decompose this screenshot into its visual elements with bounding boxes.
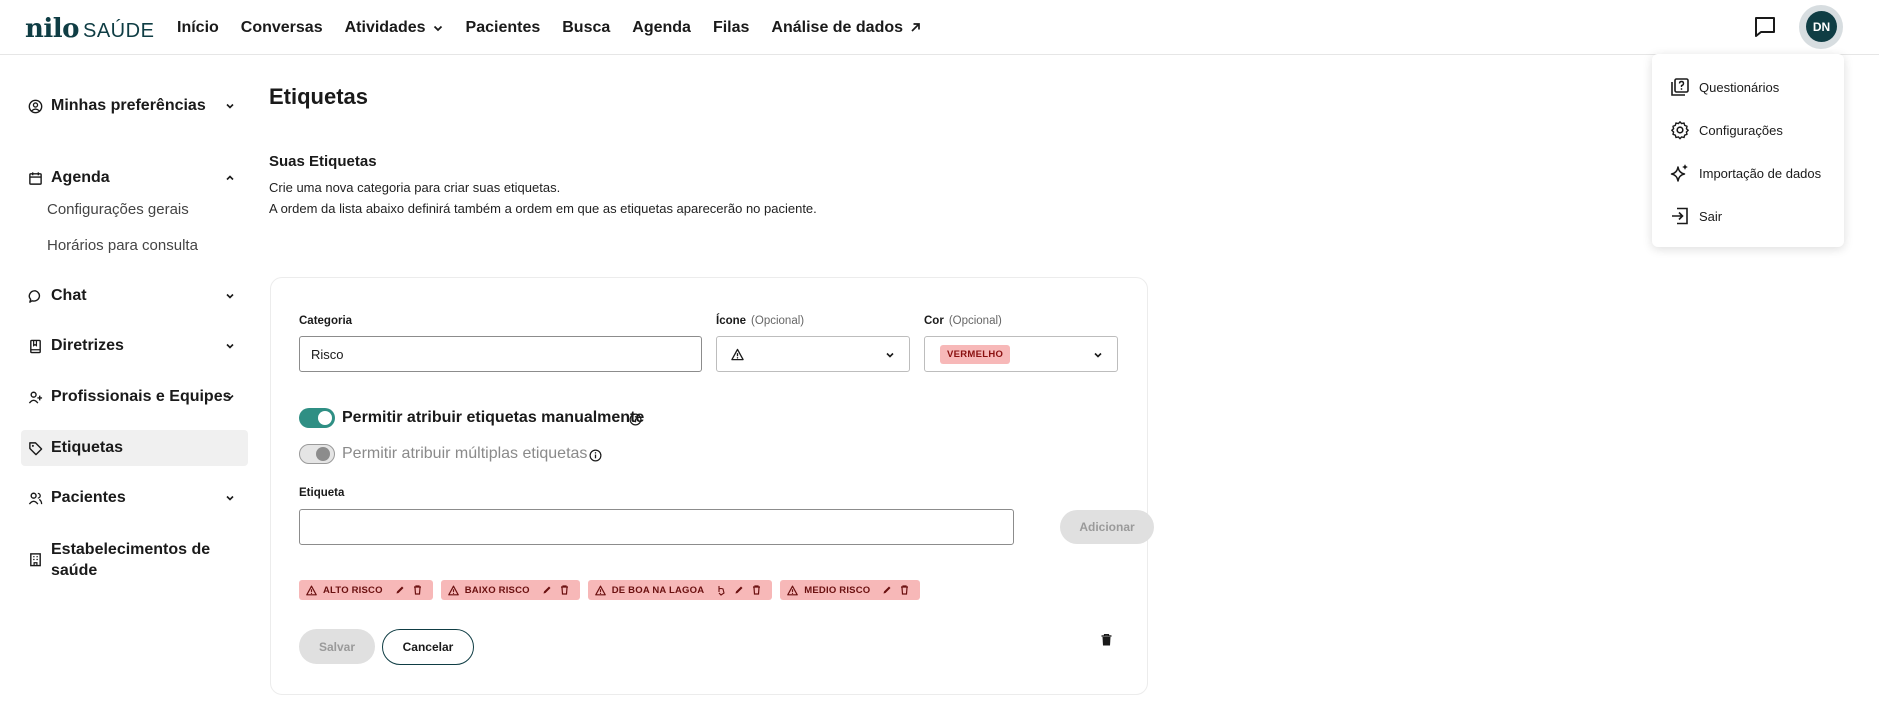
description-line-2: A ordem da lista abaixo definirá também … (269, 201, 817, 216)
brand-logo[interactable]: nilo SAÚDE (25, 14, 154, 44)
tag-chip: BAIXO RISCO (440, 580, 580, 600)
menu-item-sair[interactable]: Sair (1670, 206, 1722, 226)
chevron-down-icon (1094, 352, 1102, 358)
drag-handle-icon[interactable] (716, 585, 726, 596)
book-icon (30, 339, 41, 353)
sidebar-subitem-configuracoes-gerais[interactable]: Configurações gerais (47, 201, 189, 218)
pencil-icon[interactable] (395, 585, 405, 595)
info-icon[interactable] (589, 449, 602, 462)
chevron-down-icon (226, 103, 234, 109)
chevron-down-icon (226, 293, 234, 299)
top-navbar: nilo SAÚDE Início Conversas Atividades P… (0, 0, 1879, 55)
warning-triangle-icon (594, 585, 606, 595)
sidebar-item-estabelecimentos[interactable]: Estabelecimentos de saúde (21, 538, 248, 582)
sidebar-item-minhas-preferencias[interactable]: Minhas preferências (21, 91, 248, 121)
nav-busca[interactable]: Busca (562, 19, 610, 37)
main-nav: Início Conversas Atividades Pacientes Bu… (177, 0, 944, 55)
chat-bubble-icon[interactable] (1752, 14, 1778, 40)
sidebar-item-profissionais-equipes[interactable]: Profissionais e Equipes (21, 382, 248, 412)
toggle-knob (318, 411, 332, 425)
categoria-input[interactable]: Risco (299, 336, 702, 372)
sidebar-item-agenda[interactable]: Agenda (21, 163, 248, 193)
logout-icon (1672, 207, 1688, 225)
chevron-up-icon (226, 175, 234, 181)
tag-chip: DE BOA NA LAGOA (587, 580, 773, 600)
pencil-icon[interactable] (882, 585, 892, 595)
trash-icon[interactable] (752, 585, 761, 595)
icone-label: Ícone (Opcional) (716, 315, 805, 327)
nav-pacientes[interactable]: Pacientes (466, 19, 541, 37)
user-circle-icon (28, 99, 43, 113)
chevron-down-icon (226, 394, 234, 400)
trash-icon[interactable] (900, 585, 909, 595)
nav-inicio[interactable]: Início (177, 19, 219, 37)
building-icon (30, 553, 41, 567)
sidebar-item-pacientes[interactable]: Pacientes (21, 483, 248, 513)
tag-chip: ALTO RISCO (299, 580, 433, 600)
icone-select[interactable] (716, 336, 910, 372)
description-line-1: Crie uma nova categoria para criar suas … (269, 180, 561, 195)
save-button[interactable]: Salvar (299, 629, 375, 664)
warning-triangle-icon (787, 585, 799, 595)
user-dropdown-menu: Questionários Configurações Importação d… (1652, 54, 1844, 247)
sidebar-subitem-horarios-consulta[interactable]: Horários para consulta (47, 237, 198, 254)
logo-sub: SAÚDE (83, 20, 155, 42)
cancel-button[interactable]: Cancelar (382, 629, 474, 665)
toggle-multiple[interactable] (299, 444, 335, 464)
toggle-multiple-label: Permitir atribuir múltiplas etiquetas (342, 445, 588, 462)
warning-triangle-icon (306, 585, 317, 595)
section-title: Suas Etiquetas (269, 153, 377, 170)
chat-icon (28, 289, 41, 303)
warning-triangle-icon (447, 585, 459, 595)
toggle-manual-label: Permitir atribuir etiquetas manualmente (342, 409, 645, 426)
pencil-icon[interactable] (542, 585, 552, 595)
color-badge: VERMELHO (940, 345, 1011, 364)
questionnaire-icon (1671, 78, 1689, 96)
trash-icon[interactable] (413, 585, 422, 595)
calendar-icon (29, 171, 42, 185)
cor-select[interactable]: VERMELHO (924, 336, 1118, 372)
tag-list: ALTO RISCO BAIXO RISCO DE BOA NA LAGOA M… (299, 580, 928, 600)
add-tag-button[interactable]: Adicionar (1060, 510, 1154, 544)
toggle-knob (316, 447, 330, 461)
avatar[interactable]: DN (1806, 11, 1837, 42)
menu-item-configuracoes[interactable]: Configurações (1670, 120, 1783, 140)
users-icon (28, 492, 43, 505)
etiqueta-input[interactable] (299, 509, 1014, 545)
info-icon[interactable] (629, 413, 642, 426)
user-plus-icon (28, 391, 43, 404)
chevron-down-icon (226, 495, 234, 501)
delete-category-trash-icon[interactable] (1101, 634, 1112, 646)
chevron-down-icon (433, 25, 442, 31)
nav-analise-de-dados[interactable]: Análise de dados (771, 19, 922, 37)
cor-label: Cor (Opcional) (924, 315, 1002, 327)
trash-icon[interactable] (560, 585, 569, 595)
nav-filas[interactable]: Filas (713, 19, 749, 37)
gear-icon (1671, 121, 1689, 140)
etiqueta-label: Etiqueta (299, 487, 345, 499)
chevron-down-icon (226, 343, 234, 349)
tag-icon (29, 441, 43, 455)
sidebar-item-etiquetas[interactable]: Etiquetas (21, 430, 248, 466)
chevron-down-icon (886, 352, 894, 358)
pencil-icon[interactable] (734, 585, 744, 595)
categoria-label: Categoria (299, 315, 353, 327)
external-arrow-icon (911, 23, 920, 32)
sidebar-item-chat[interactable]: Chat (21, 281, 248, 311)
menu-item-importacao-dados[interactable]: Importação de dados (1670, 163, 1821, 183)
tag-chip: MEDIO RISCO (780, 580, 921, 600)
logo-main: nilo (25, 14, 80, 44)
warning-triangle-icon (731, 348, 744, 361)
sidebar-item-diretrizes[interactable]: Diretrizes (21, 331, 248, 361)
toggle-manual[interactable] (299, 408, 335, 428)
nav-atividades[interactable]: Atividades (345, 19, 444, 37)
page-title: Etiquetas (269, 84, 369, 109)
nav-conversas[interactable]: Conversas (241, 19, 323, 37)
sparkles-icon (1670, 164, 1688, 182)
nav-agenda[interactable]: Agenda (632, 19, 691, 37)
menu-item-questionarios[interactable]: Questionários (1670, 77, 1779, 97)
